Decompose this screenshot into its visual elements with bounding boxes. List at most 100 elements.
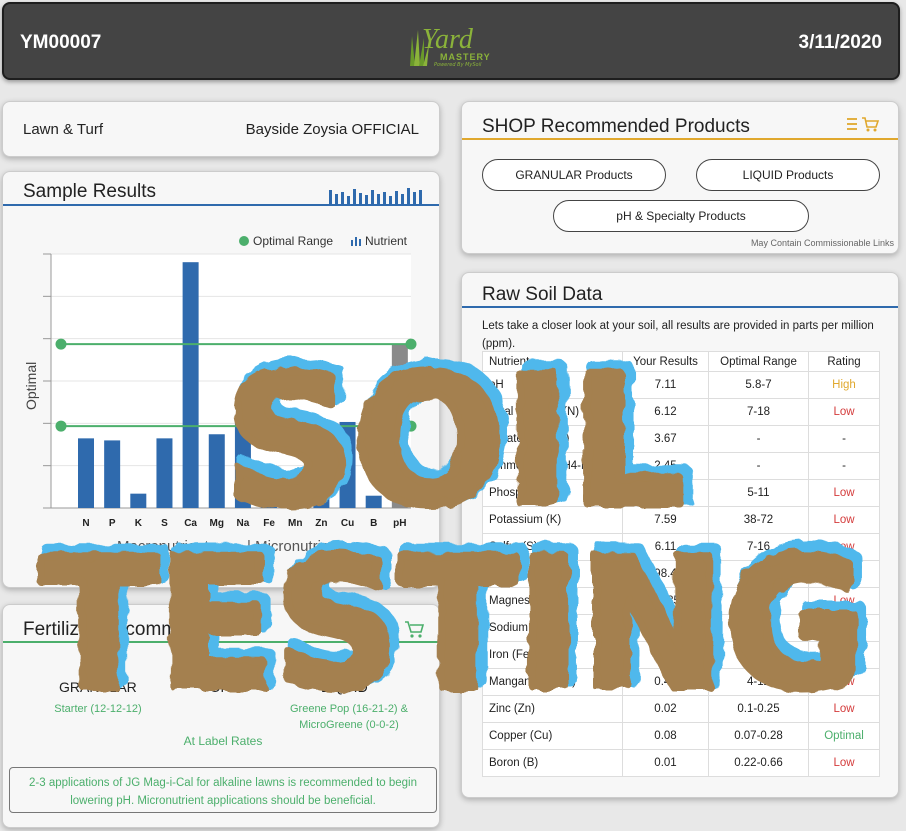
rating-cell: Low bbox=[808, 695, 880, 723]
range-cell: 4-12 bbox=[708, 668, 809, 696]
logo-mastery-text: MASTERY bbox=[440, 52, 491, 62]
table-row: Boron (B) 0.01 0.22-0.66 Low bbox=[482, 749, 880, 777]
chart-bar-Mg bbox=[208, 434, 225, 508]
logo-tagline: Powered By MySoil bbox=[434, 62, 482, 68]
range-cell: 38-72 bbox=[708, 506, 809, 534]
chart-x-label: P bbox=[109, 518, 116, 529]
liquid-heading: LIQUID bbox=[321, 679, 368, 695]
cart-icon[interactable] bbox=[403, 619, 425, 639]
table-row: Ammonium (NH4-N) 2.45- - bbox=[482, 452, 880, 480]
nutrient-cell: Nitrate (NO3-N) bbox=[482, 425, 623, 453]
sample-results-card: Sample Results Optimal Range Nutrient Op… bbox=[2, 171, 440, 588]
grass-type: Bayside Zoysia OFFICIAL bbox=[245, 121, 419, 138]
ph-specialty-products-button[interactable]: pH & Specialty Products bbox=[553, 200, 809, 232]
rating-cell: Low bbox=[808, 749, 880, 777]
granular-product: Starter (12-12-12) bbox=[54, 703, 142, 715]
fertilizer-rule bbox=[3, 641, 439, 643]
raw-soil-card: Raw Soil Data Lets take a closer look at… bbox=[461, 272, 899, 798]
liquid-products-button[interactable]: LIQUID Products bbox=[696, 159, 880, 191]
range-cell: - bbox=[708, 425, 809, 453]
range-cell: - bbox=[708, 452, 809, 480]
rating-cell: Low bbox=[808, 614, 880, 642]
chart-bar-S bbox=[156, 438, 173, 508]
shop-card: SHOP Recommended Products GRANULAR Produ… bbox=[461, 101, 899, 254]
bar-chart-icon bbox=[329, 188, 422, 204]
shop-title: SHOP Recommended Products bbox=[482, 116, 750, 137]
chart-x-label: B bbox=[370, 518, 377, 529]
rating-cell: Low bbox=[808, 641, 880, 669]
granular-products-button[interactable]: GRANULAR Products bbox=[482, 159, 666, 191]
result-cell: 7.11 bbox=[622, 371, 709, 399]
range-cell: 0.1-0.25 bbox=[708, 695, 809, 723]
chart-x-label: Na bbox=[237, 518, 250, 529]
raw-soil-rule bbox=[462, 306, 898, 308]
table-row: Copper (Cu) 0.08 0.07-0.28 Optimal bbox=[482, 722, 880, 750]
nutrient-cell: Total Nitrogen (N) bbox=[482, 398, 623, 426]
rating-cell: Low bbox=[808, 533, 880, 561]
range-cell: 7-16 bbox=[708, 533, 809, 561]
group-label-micro: | Micronutrients bbox=[247, 538, 350, 555]
optimal-range-marker bbox=[405, 420, 417, 432]
list-cart-icon[interactable] bbox=[846, 116, 882, 132]
sample-results-rule bbox=[3, 204, 439, 206]
sample-results-chart: N P K S Ca Mg Na Fe Mn Zn Cu BpH bbox=[43, 253, 417, 529]
range-cell: 5-11 bbox=[708, 479, 809, 507]
rating-cell: Low bbox=[808, 398, 880, 426]
nutrient-cell: Manganese (Mn) bbox=[482, 668, 623, 696]
learn-more-link[interactable]: Le bbox=[369, 568, 382, 582]
chart-bar-Zn bbox=[313, 491, 330, 508]
table-row: Nitrate (NO3-N) 3.67- - bbox=[482, 425, 880, 453]
col-header-nutrient: Nutrient bbox=[482, 351, 623, 372]
chart-x-label: S bbox=[161, 518, 168, 529]
fertilizer-note-line-2: lowering pH. Micronutrient applications … bbox=[70, 795, 376, 807]
nutrient-cell: Iron (Fe) bbox=[482, 641, 623, 669]
chart-x-label: K bbox=[135, 518, 143, 529]
chart-bar-Fe bbox=[261, 487, 278, 508]
nutrient-cell: Sodium (Na) bbox=[482, 614, 623, 642]
result-cell: 3.67 bbox=[622, 425, 709, 453]
rating-cell: Optimal bbox=[808, 722, 880, 750]
nutrient-cell: Sulfur (S) bbox=[482, 533, 623, 561]
result-cell: 0.01 bbox=[622, 749, 709, 777]
nutrient-cell: Calcium (Ca) bbox=[482, 560, 623, 588]
rating-cell: Low bbox=[808, 479, 880, 507]
result-cell: 7.59 bbox=[622, 506, 709, 534]
table-row: Sodium (Na) 15-30 Low bbox=[482, 614, 880, 642]
result-cell: 0.02 bbox=[622, 695, 709, 723]
col-header-results: Your Results bbox=[622, 351, 709, 372]
fertilizer-note: 2-3 applications of JG Mag-i-Cal for alk… bbox=[9, 767, 437, 813]
rating-cell: Low bbox=[808, 506, 880, 534]
raw-soil-intro: Lets take a closer look at your soil, al… bbox=[482, 320, 874, 350]
optimal-range-marker bbox=[405, 338, 417, 350]
range-cell bbox=[708, 560, 809, 588]
result-cell: 2.45 bbox=[622, 452, 709, 480]
group-label-micro-text: Micronutrients bbox=[255, 538, 350, 555]
range-cell: 0.22-0.66 bbox=[708, 749, 809, 777]
granular-heading: GRANULAR bbox=[59, 679, 137, 695]
result-cell bbox=[622, 479, 709, 507]
range-cell: -67 bbox=[708, 587, 809, 615]
chart-x-label: pH bbox=[393, 518, 406, 529]
rating-cell: High bbox=[808, 560, 880, 588]
rating-cell: High bbox=[808, 371, 880, 399]
chart-bar-Mn bbox=[287, 495, 304, 508]
chart-bar-B bbox=[365, 495, 382, 508]
fertilizer-card: Fertilizer Recommendation GRANULAR -OR- … bbox=[2, 604, 440, 828]
nutrient-cell: Ammonium (NH4-N) bbox=[482, 452, 623, 480]
rating-cell: Low bbox=[808, 587, 880, 615]
soil-table-body: pH 7.11 5.8-7 High Total Nitrogen (N) 6.12 7-1… bbox=[482, 371, 880, 777]
nutrient-cell: Zinc (Zn) bbox=[482, 695, 623, 723]
yard-mastery-logo: Yard MASTERY Powered By MySoil bbox=[408, 22, 498, 70]
chart-x-label: Ca bbox=[184, 518, 197, 529]
rating-cell: Low bbox=[808, 668, 880, 696]
shop-rule bbox=[462, 138, 898, 140]
nutrient-cell: Phosphorus (P) bbox=[482, 479, 623, 507]
result-cell: 25.85 bbox=[622, 587, 709, 615]
nutrient-cell: pH bbox=[482, 371, 623, 399]
chart-x-label: Zn bbox=[315, 518, 327, 529]
chart-x-label: Mn bbox=[288, 518, 302, 529]
liquid-product-1: Greene Pop (16-21-2) & bbox=[289, 703, 408, 715]
fertilizer-title: Fertilizer Recommendation bbox=[23, 619, 251, 640]
chart-bar-Na bbox=[234, 417, 251, 508]
result-cell: 6.11 bbox=[622, 533, 709, 561]
